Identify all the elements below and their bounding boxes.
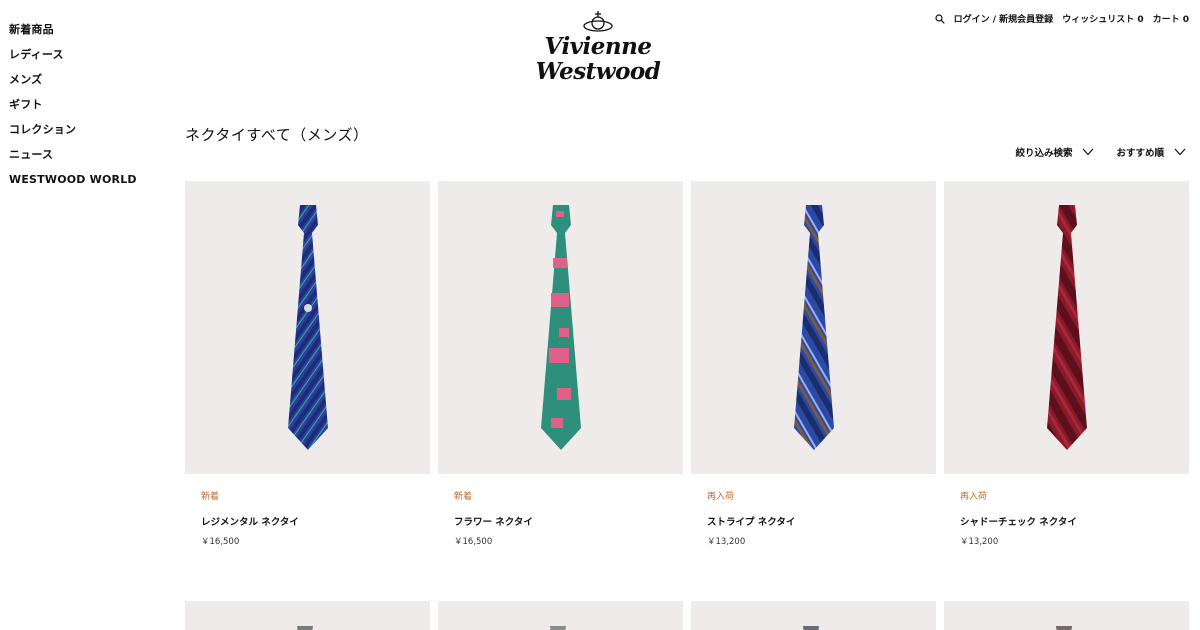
- product-card[interactable]: 新着 フラワー ネクタイ ￥16,500: [438, 181, 683, 547]
- chevron-down-icon: [1174, 148, 1186, 156]
- status-badge: 新着: [454, 492, 473, 502]
- product-name[interactable]: レジメンタル ネクタイ: [201, 514, 430, 528]
- product-price: ￥16,500: [201, 537, 240, 547]
- logo-wordmark-line1: Vivienne: [544, 33, 653, 60]
- login-link[interactable]: ログイン / 新規会員登録: [954, 12, 1054, 25]
- product-name[interactable]: ストライプ ネクタイ: [707, 514, 936, 528]
- sort-label: おすすめ順: [1116, 148, 1164, 159]
- side-navigation: 新着商品 レディース メンズ ギフト コレクション ニュース WESTWOOD …: [9, 22, 137, 197]
- cart-link[interactable]: カート 0: [1153, 12, 1189, 25]
- filter-label: 絞り込み検索: [1015, 148, 1073, 159]
- nav-item-ladies[interactable]: レディース: [9, 47, 137, 72]
- nav-item-collection[interactable]: コレクション: [9, 122, 137, 147]
- nav-item-westwood-world[interactable]: WESTWOOD WORLD: [9, 172, 137, 197]
- product-price: ￥13,200: [707, 537, 746, 547]
- product-name[interactable]: フラワー ネクタイ: [454, 514, 683, 528]
- brand-logo[interactable]: Vivienne Westwood: [528, 10, 668, 94]
- filter-button[interactable]: 絞り込み検索: [1015, 145, 1094, 159]
- utility-bar: ログイン / 新規会員登録 ウィッシュリスト 0 カート 0: [935, 12, 1189, 25]
- listing-controls: 絞り込み検索 おすすめ順: [1015, 145, 1186, 159]
- nav-item-mens[interactable]: メンズ: [9, 72, 137, 97]
- product-image[interactable]: [438, 181, 683, 474]
- product-image[interactable]: [944, 601, 1189, 630]
- logo-wordmark-line2: Westwood: [535, 58, 661, 85]
- tie-image: [287, 204, 328, 450]
- tie-image: [1056, 626, 1072, 630]
- tie-image: [793, 204, 834, 450]
- product-price: ￥16,500: [454, 537, 493, 547]
- product-name[interactable]: シャドーチェック ネクタイ: [960, 514, 1189, 528]
- status-badge: 再入荷: [707, 492, 735, 502]
- page-title: ネクタイすべて（メンズ）: [185, 126, 369, 144]
- product-image[interactable]: [944, 181, 1189, 474]
- status-badge: 再入荷: [960, 492, 988, 502]
- nav-item-new-arrivals[interactable]: 新着商品: [9, 22, 137, 47]
- nav-item-news[interactable]: ニュース: [9, 147, 137, 172]
- product-image[interactable]: [438, 601, 683, 630]
- product-listing-page: 新着商品 レディース メンズ ギフト コレクション ニュース WESTWOOD …: [0, 0, 1200, 630]
- product-card[interactable]: 再入荷 ストライプ ネクタイ ￥13,200: [691, 181, 936, 547]
- product-image[interactable]: [185, 181, 430, 474]
- tie-image: [550, 626, 566, 630]
- product-card[interactable]: 新着 レジメンタル ネクタイ ￥16,500: [185, 181, 430, 547]
- wishlist-link[interactable]: ウィッシュリスト 0: [1062, 12, 1143, 25]
- status-badge: 新着: [201, 492, 220, 502]
- tie-image: [297, 626, 313, 630]
- product-image[interactable]: [691, 601, 936, 630]
- product-image[interactable]: [185, 601, 430, 630]
- product-grid: 新着 レジメンタル ネクタイ ￥16,500 新着 フラワー ネクタイ ￥16,…: [185, 181, 1189, 547]
- product-card[interactable]: 再入荷 シャドーチェック ネクタイ ￥13,200: [944, 181, 1189, 547]
- chevron-down-icon: [1083, 148, 1094, 156]
- nav-item-gift[interactable]: ギフト: [9, 97, 137, 122]
- product-grid-row-2: [185, 601, 1189, 630]
- tie-image: [540, 204, 581, 450]
- sort-dropdown[interactable]: おすすめ順: [1116, 145, 1186, 159]
- product-price: ￥13,200: [960, 537, 999, 547]
- product-image[interactable]: [691, 181, 936, 474]
- search-icon[interactable]: [935, 13, 945, 24]
- tie-image: [803, 626, 819, 630]
- orb-logo-icon: [583, 11, 613, 32]
- tie-image: [1046, 204, 1087, 450]
